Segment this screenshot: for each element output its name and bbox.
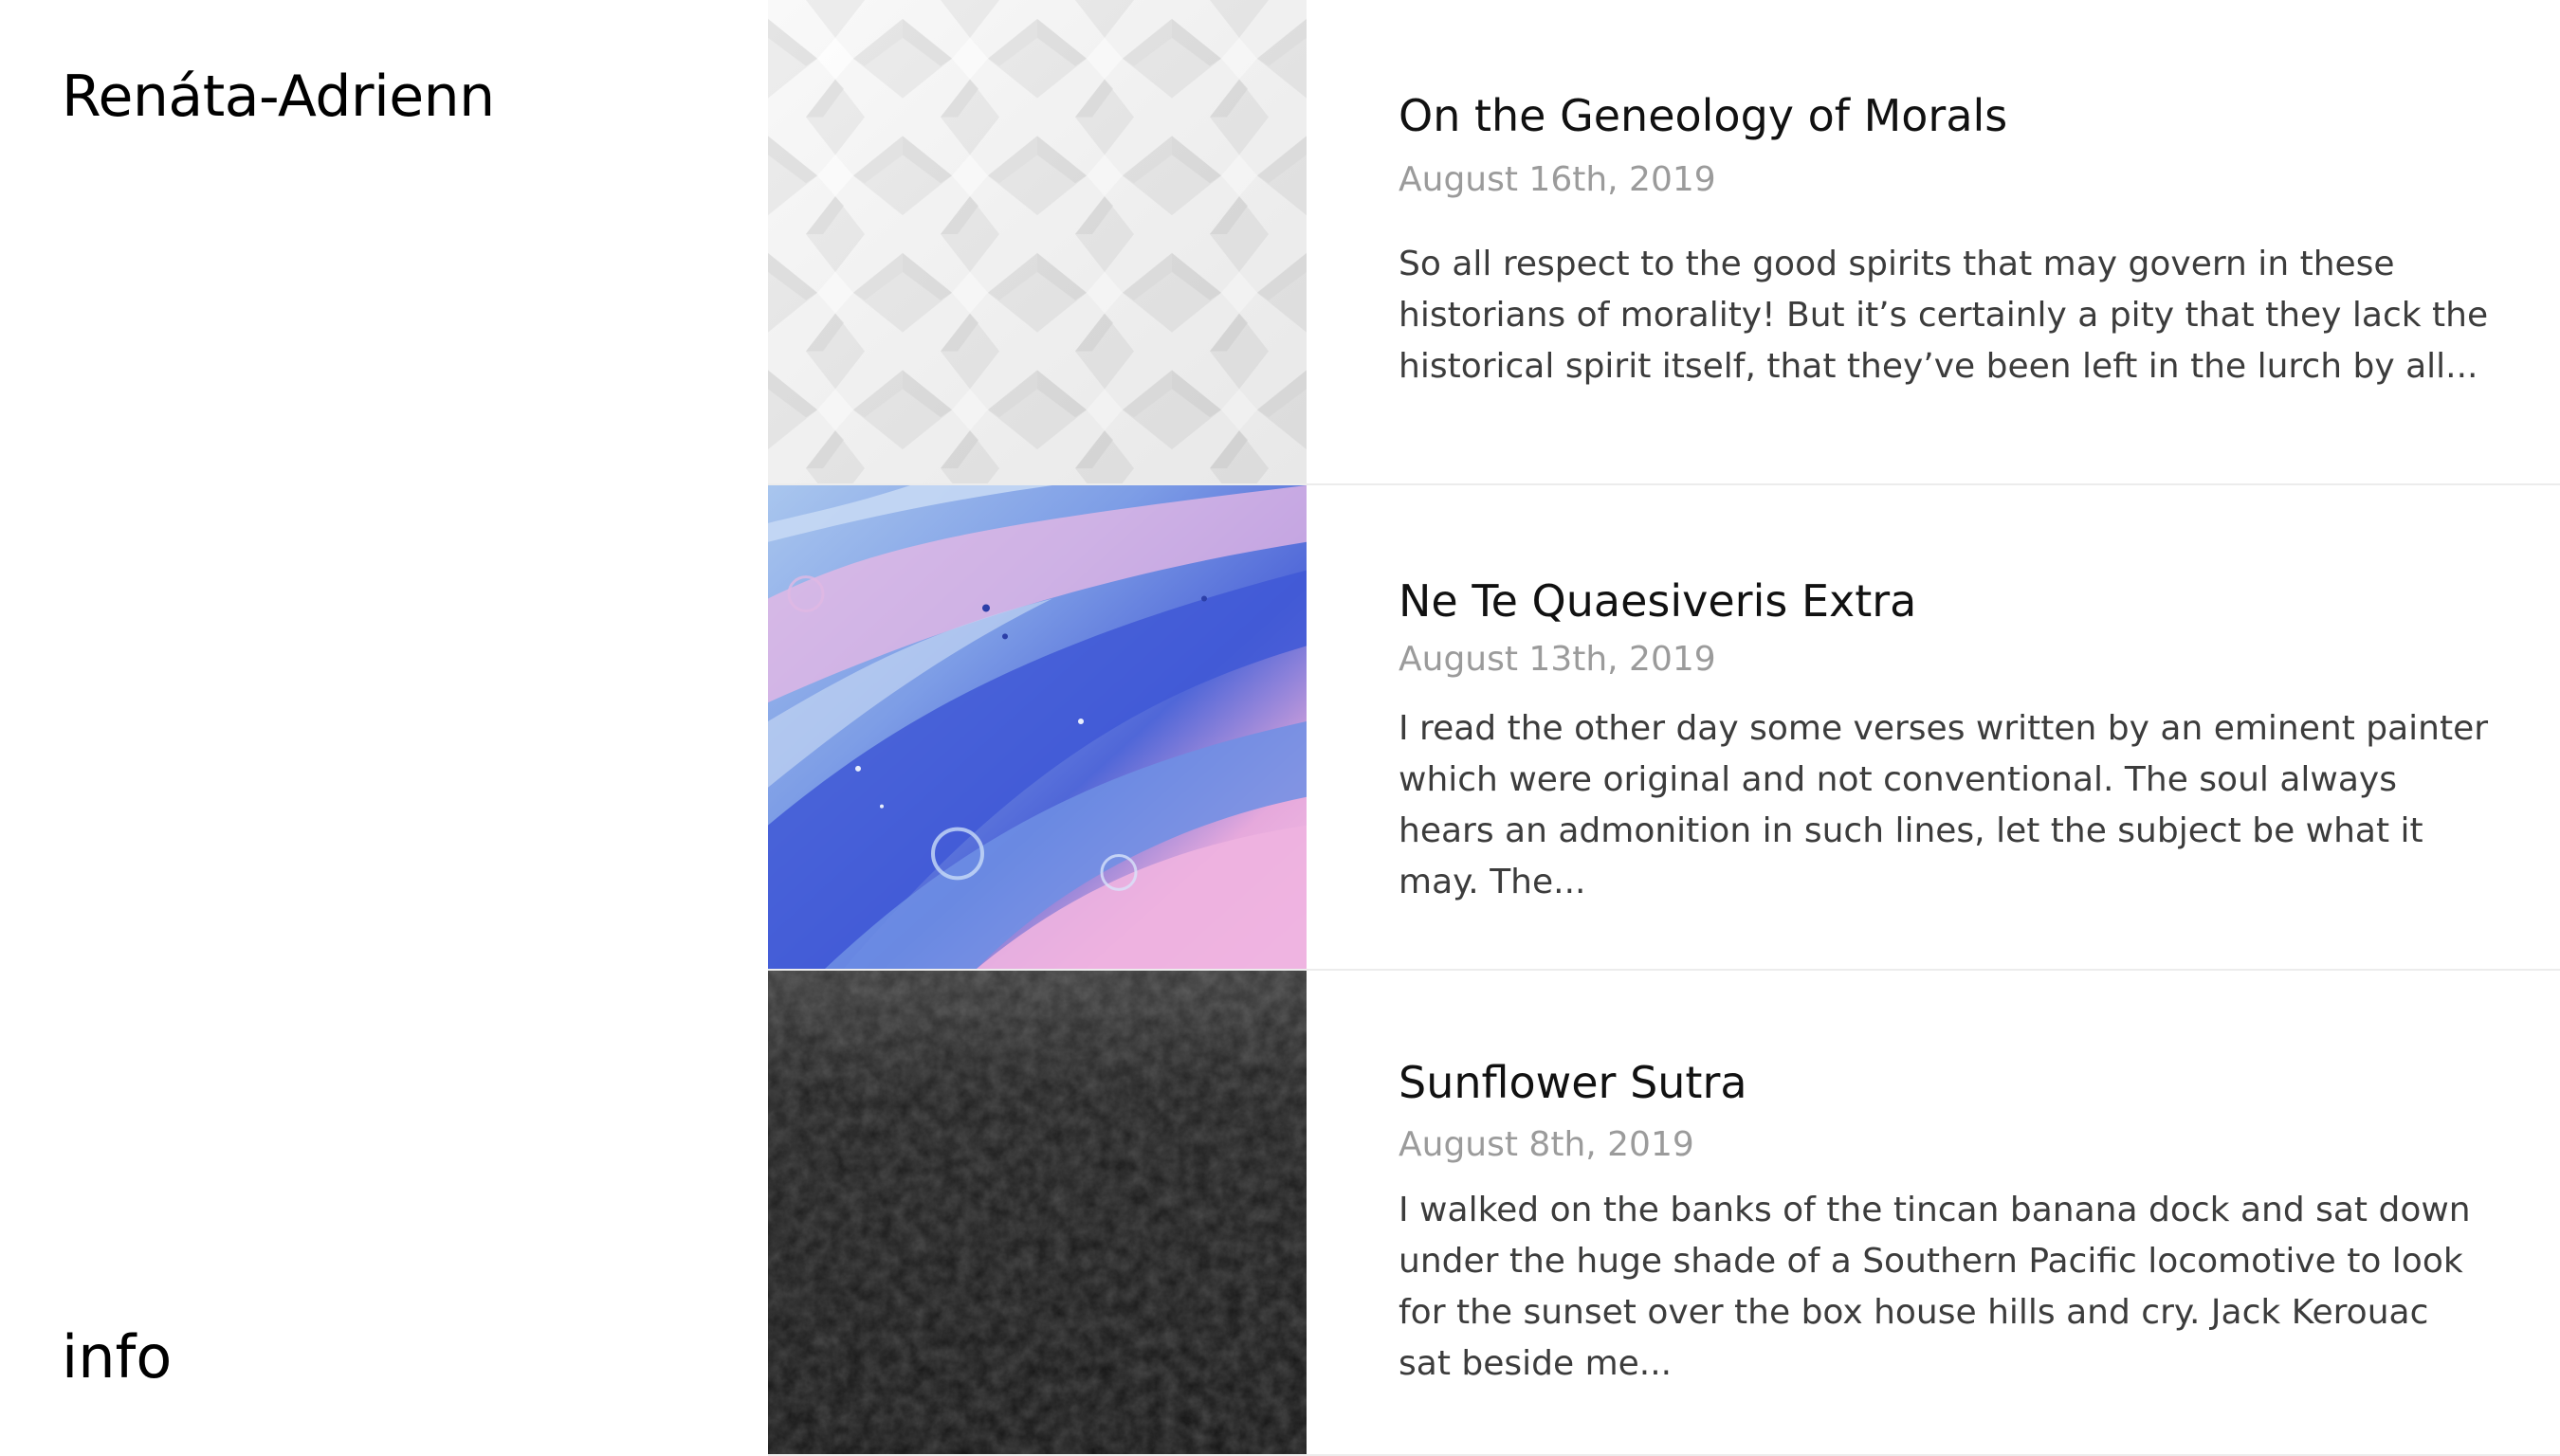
post-excerpt: So all respect to the good spirits that … [1399,245,2489,386]
post-thumbnail[interactable] [768,485,1307,969]
site-title-link[interactable]: Renáta-Adrienn [62,63,495,131]
post-date: August 8th, 2019 [1399,1125,1694,1164]
page: Renáta-Adrienn info On the Geneology of … [0,0,2560,1456]
sidebar: Renáta-Adrienn info [0,0,768,1456]
post-title[interactable]: Ne Te Quaesiveris Extra [1399,574,1916,628]
post-title[interactable]: On the Geneology of Morals [1399,89,2007,142]
post-list: On the Geneology of Morals August 16th, … [768,0,2560,1456]
post-thumbnail[interactable] [768,971,1307,1454]
post-date: August 13th, 2019 [1399,640,1716,679]
post-excerpt: I walked on the banks of the tincan bana… [1399,1191,2471,1383]
post-date: August 16th, 2019 [1399,160,1716,199]
black-leather-texture-image [768,971,1307,1454]
info-link[interactable]: info [62,1323,172,1392]
post-excerpt: I read the other day some verses written… [1399,709,2489,901]
post-title[interactable]: Sunflower Sutra [1399,1056,1747,1109]
post-card[interactable]: Sunflower Sutra August 8th, 2019 I walke… [768,971,2560,1456]
post-card[interactable]: Ne Te Quaesiveris Extra August 13th, 201… [768,485,2560,971]
white-woven-pattern-image [768,0,1307,483]
blue-pink-fluid-paint-image [768,485,1307,969]
post-thumbnail[interactable] [768,0,1307,483]
post-card[interactable]: On the Geneology of Morals August 16th, … [768,0,2560,485]
